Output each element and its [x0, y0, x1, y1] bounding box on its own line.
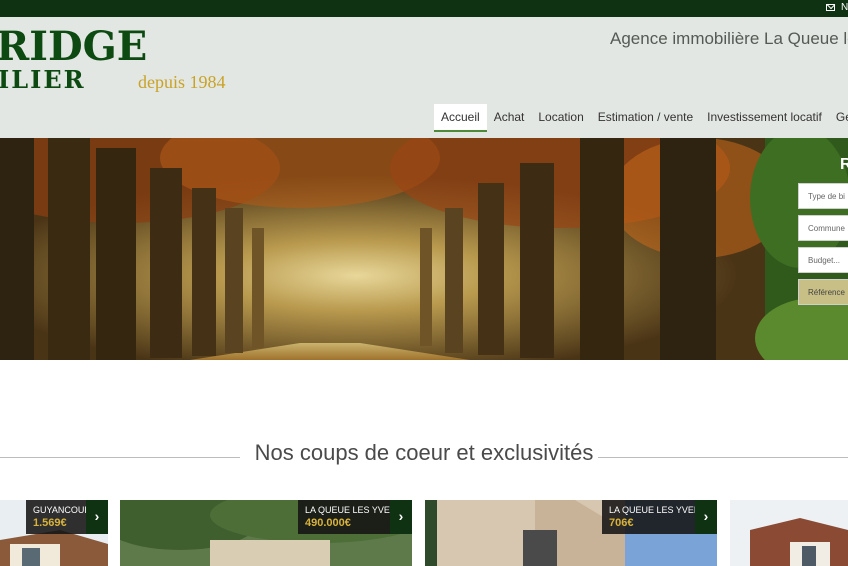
search-panel: R Type de bi Commune Budget... Référence [798, 138, 848, 360]
logo-subline[interactable]: ILIER [0, 67, 86, 93]
nav-item-gestion[interactable]: Gestion [829, 104, 848, 132]
page: N RIDGE ILIER depuis 1984 Agence immobil… [0, 0, 848, 566]
property-card[interactable]: LA QUEUE LES YVELINES 490.000€ › [120, 500, 412, 566]
header: RIDGE ILIER depuis 1984 Agence immobiliè… [0, 17, 848, 138]
logo-since: depuis 1984 [138, 72, 226, 92]
budget-input[interactable]: Budget... [798, 247, 848, 273]
nav-item-accueil[interactable]: Accueil [434, 104, 487, 132]
reference-input[interactable]: Référence [798, 279, 848, 305]
card-price: 490.000€ [305, 517, 351, 529]
card-info: LA QUEUE LES YVELINES 490.000€ [298, 500, 412, 534]
nav-item-location[interactable]: Location [531, 104, 590, 132]
card-price: 706€ [609, 517, 634, 529]
property-type-select[interactable]: Type de bi [798, 183, 848, 209]
section-title: Nos coups de coeur et exclusivités [254, 440, 594, 465]
agency-tagline: Agence immobilière La Queue les [610, 29, 848, 48]
chevron-right-icon[interactable]: › [390, 500, 412, 534]
chevron-right-icon[interactable]: › [695, 500, 717, 534]
search-title: R [840, 156, 848, 173]
card-price: 1.569€ [33, 517, 67, 529]
nav-item-estimation[interactable]: Estimation / vente [591, 104, 700, 132]
nav-item-investissement[interactable]: Investissement locatif [700, 104, 829, 132]
contact-text[interactable]: N [841, 2, 848, 13]
chevron-right-icon[interactable]: › [86, 500, 108, 534]
property-card[interactable]: LA QUEUE LES YVELINES 706€ › [425, 500, 717, 566]
nav-item-achat[interactable]: Achat [487, 104, 532, 132]
property-card[interactable] [730, 500, 848, 566]
main-nav: Accueil Achat Location Estimation / vent… [434, 104, 848, 132]
section-divider-right [598, 457, 848, 458]
hero-banner: R Type de bi Commune Budget... Référence [0, 138, 848, 360]
property-photo [730, 500, 848, 566]
top-bar: N [0, 0, 848, 17]
card-city: LA QUEUE LES YVELINES [305, 505, 412, 515]
logo[interactable]: RIDGE [0, 25, 147, 69]
commune-input[interactable]: Commune [798, 215, 848, 241]
card-city: GUYANCOURT [33, 505, 97, 515]
card-info: GUYANCOURT 1.569€ [26, 500, 97, 534]
mail-icon[interactable] [826, 4, 835, 11]
card-city: LA QUEUE LES YVELINES [609, 505, 717, 515]
card-info: LA QUEUE LES YVELINES 706€ [602, 500, 717, 534]
hero-image [0, 138, 848, 360]
property-card[interactable]: GUYANCOURT 1.569€ › [0, 500, 108, 566]
